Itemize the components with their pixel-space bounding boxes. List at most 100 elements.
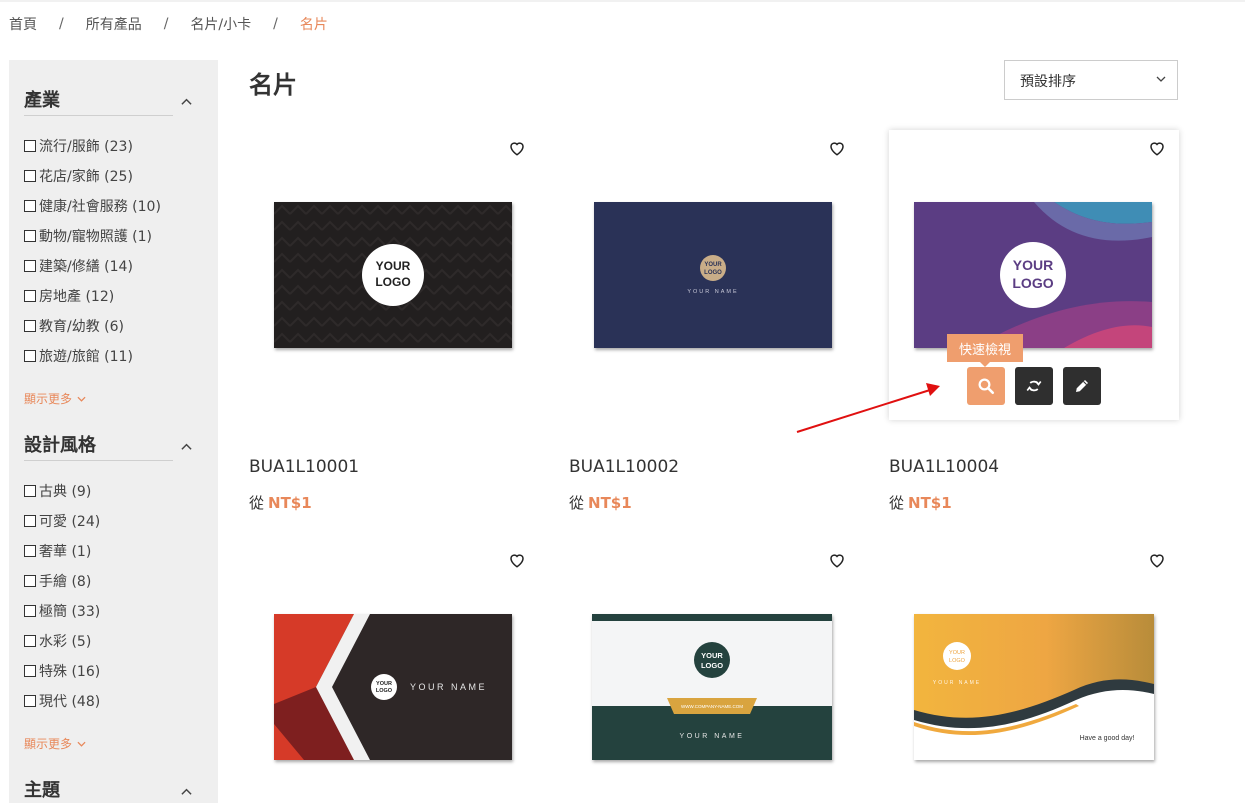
filter-option[interactable]: 古典 (9) bbox=[24, 481, 91, 501]
checkbox[interactable] bbox=[24, 350, 36, 362]
heart-outline-icon[interactable] bbox=[1148, 139, 1166, 157]
product-sku[interactable]: BUA1L10004 bbox=[889, 457, 999, 477]
checkbox[interactable] bbox=[24, 545, 36, 557]
product-price: 從 NT$1 bbox=[249, 492, 312, 513]
filter-option[interactable]: 動物/寵物照護 (1) bbox=[24, 226, 152, 246]
heart-outline-icon[interactable] bbox=[828, 139, 846, 157]
filter-option-label: 手繪 (8) bbox=[39, 574, 92, 590]
checkbox[interactable] bbox=[24, 635, 36, 647]
filter-option[interactable]: 特殊 (16) bbox=[24, 661, 100, 681]
filter-sidebar: 產業 流行/服飾 (23) 花店/家飾 (25) 健康/社會服務 (10) 動物… bbox=[9, 60, 218, 803]
product-price: 從 NT$1 bbox=[569, 492, 632, 513]
filter-option-label: 房地產 (12) bbox=[39, 289, 115, 305]
card-name-text: YOUR NAME bbox=[933, 680, 981, 686]
filter-option-label: 健康/社會服務 (10) bbox=[39, 199, 161, 215]
checkbox[interactable] bbox=[24, 320, 36, 332]
filter-option[interactable]: 流行/服飾 (23) bbox=[24, 136, 133, 156]
card-name-text: YOUR NAME bbox=[680, 733, 745, 740]
checkbox[interactable] bbox=[24, 170, 36, 182]
filter-option[interactable]: 旅遊/旅館 (11) bbox=[24, 346, 133, 366]
card-website-text: WWW.COMPANY-NAME.COM bbox=[681, 704, 743, 709]
chevron-up-icon[interactable] bbox=[181, 441, 192, 452]
breadcrumb-separator: / bbox=[59, 16, 64, 32]
filter-option-label: 古典 (9) bbox=[39, 484, 92, 500]
heart-outline-icon[interactable] bbox=[508, 139, 526, 157]
breadcrumb-all-products[interactable]: 所有產品 bbox=[86, 14, 142, 34]
sort-select[interactable]: 預設排序 bbox=[1004, 60, 1178, 100]
top-divider bbox=[0, 0, 1245, 2]
chevron-up-icon[interactable] bbox=[181, 786, 192, 797]
filter-option-label: 流行/服飾 (23) bbox=[39, 139, 133, 155]
filter-option-label: 旅遊/旅館 (11) bbox=[39, 349, 133, 365]
checkbox[interactable] bbox=[24, 230, 36, 242]
sort-selected-value: 預設排序 bbox=[1020, 74, 1076, 90]
card-name-text: YOUR NAME bbox=[687, 289, 738, 295]
breadcrumb-separator: / bbox=[273, 16, 278, 32]
product-sku[interactable]: BUA1L10002 bbox=[569, 457, 679, 477]
facet-title: 產業 bbox=[24, 90, 60, 111]
checkbox[interactable] bbox=[24, 200, 36, 212]
checkbox[interactable] bbox=[24, 140, 36, 152]
filter-option[interactable]: 奢華 (1) bbox=[24, 541, 91, 561]
breadcrumb-home[interactable]: 首頁 bbox=[9, 14, 37, 34]
show-more-link[interactable]: 顯示更多 bbox=[24, 735, 86, 752]
checkbox[interactable] bbox=[24, 485, 36, 497]
checkbox[interactable] bbox=[24, 260, 36, 272]
filter-option-label: 花店/家飾 (25) bbox=[39, 169, 133, 185]
filter-option-label: 奢華 (1) bbox=[39, 544, 92, 560]
filter-option[interactable]: 手繪 (8) bbox=[24, 571, 91, 591]
product-thumbnail[interactable]: YOUR LOGO YOUR NAME bbox=[274, 614, 512, 760]
facet-design-style-header[interactable]: 設計風格 bbox=[24, 431, 192, 461]
facet-title: 主題 bbox=[24, 780, 60, 801]
filter-option[interactable]: 可愛 (24) bbox=[24, 511, 100, 531]
checkbox[interactable] bbox=[24, 665, 36, 677]
filter-option[interactable]: 房地產 (12) bbox=[24, 286, 114, 306]
customize-button[interactable] bbox=[1063, 367, 1101, 405]
heart-outline-icon[interactable] bbox=[1148, 551, 1166, 569]
filter-option[interactable]: 極簡 (33) bbox=[24, 601, 100, 621]
card-logo-text: LOGO bbox=[704, 270, 722, 276]
product-sku[interactable]: BUA1L10001 bbox=[249, 457, 359, 477]
show-more-link[interactable]: 顯示更多 bbox=[24, 390, 86, 407]
card-tagline-text: Have a good day! bbox=[1080, 735, 1135, 742]
product-thumbnail[interactable]: YOUR LOGO YOUR NAME bbox=[594, 202, 832, 348]
swap-design-button[interactable] bbox=[1015, 367, 1053, 405]
chevron-down-icon bbox=[77, 396, 86, 402]
filter-option[interactable]: 健康/社會服務 (10) bbox=[24, 196, 161, 216]
product-thumbnail[interactable]: YOUR LOGO WWW.COMPANY-NAME.COM YOUR NAME bbox=[592, 614, 832, 760]
filter-option-label: 教育/幼教 (6) bbox=[39, 319, 124, 335]
breadcrumb-current: 名片 bbox=[299, 17, 328, 33]
product-thumbnail[interactable]: YOUR LOGO bbox=[914, 202, 1152, 348]
checkbox[interactable] bbox=[24, 290, 36, 302]
facet-theme-header[interactable]: 主題 bbox=[24, 776, 192, 803]
product-thumbnail[interactable]: YOUR LOGO bbox=[274, 202, 512, 348]
filter-option-label: 動物/寵物照護 (1) bbox=[39, 229, 152, 245]
filter-option[interactable]: 水彩 (5) bbox=[24, 631, 91, 651]
breadcrumb-cards-category[interactable]: 名片/小卡 bbox=[190, 14, 251, 34]
chevron-up-icon[interactable] bbox=[181, 96, 192, 107]
show-more-label: 顯示更多 bbox=[24, 737, 73, 751]
checkbox[interactable] bbox=[24, 575, 36, 587]
filter-option[interactable]: 教育/幼教 (6) bbox=[24, 316, 124, 336]
chevron-down-icon bbox=[1156, 76, 1166, 82]
breadcrumb: 首頁 / 所有產品 / 名片/小卡 / 名片 bbox=[9, 14, 328, 34]
search-icon bbox=[978, 378, 995, 395]
filter-option[interactable]: 建築/修繕 (14) bbox=[24, 256, 133, 276]
pencil-icon bbox=[1076, 380, 1088, 392]
card-logo-text: YOUR bbox=[376, 259, 411, 273]
product-thumbnail[interactable]: YOUR LOGO YOUR NAME Have a good day! bbox=[914, 614, 1154, 760]
heart-outline-icon[interactable] bbox=[828, 551, 846, 569]
facet-theme: 主題 bbox=[24, 776, 204, 803]
price-amount: NT$1 bbox=[908, 494, 952, 512]
card-logo-text: YOUR bbox=[1013, 257, 1053, 273]
facet-design-style: 設計風格 古典 (9) 可愛 (24) 奢華 (1) 手繪 (8) 極簡 (33… bbox=[24, 431, 204, 751]
filter-option[interactable]: 現代 (48) bbox=[24, 691, 100, 711]
heart-outline-icon[interactable] bbox=[508, 551, 526, 569]
facet-industry-header[interactable]: 產業 bbox=[24, 86, 192, 116]
checkbox[interactable] bbox=[24, 695, 36, 707]
checkbox[interactable] bbox=[24, 605, 36, 617]
quick-view-button[interactable] bbox=[967, 367, 1005, 405]
filter-option[interactable]: 花店/家飾 (25) bbox=[24, 166, 133, 186]
checkbox[interactable] bbox=[24, 515, 36, 527]
card-logo-text: YOUR bbox=[701, 651, 723, 660]
